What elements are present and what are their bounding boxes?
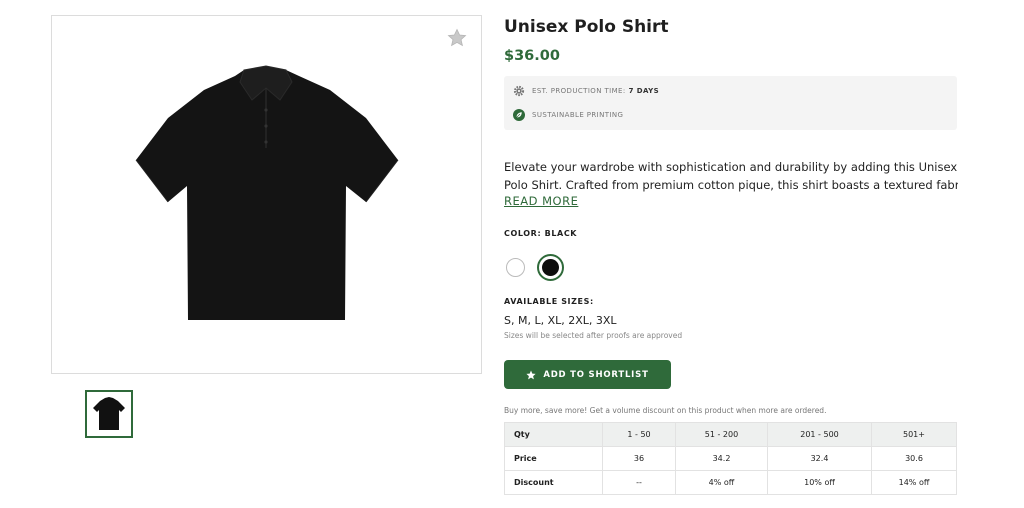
- sizes-list: S, M, L, XL, 2XL, 3XL: [504, 314, 617, 327]
- star-icon[interactable]: [447, 28, 467, 48]
- gear-icon: [513, 85, 525, 97]
- polo-shirt-thumbnail: [93, 397, 125, 430]
- price-row-label: Price: [504, 446, 603, 471]
- product-description: Elevate your wardrobe with sophisticatio…: [504, 158, 958, 194]
- discount-cell: 14% off: [871, 470, 957, 495]
- price-cell: 36: [602, 446, 676, 471]
- discount-cell: 10% off: [767, 470, 872, 495]
- discount-cell: 4% off: [675, 470, 768, 495]
- discount-row-label: Discount: [504, 470, 603, 495]
- color-swatch-white[interactable]: [506, 258, 525, 277]
- product-title: Unisex Polo Shirt: [504, 17, 669, 37]
- pricing-header-qty: Qty: [504, 422, 603, 447]
- production-time-label: EST. PRODUCTION TIME:: [532, 87, 626, 95]
- add-to-shortlist-button[interactable]: ADD TO SHORTLIST: [504, 360, 671, 389]
- sizes-label: AVAILABLE SIZES:: [504, 297, 594, 306]
- product-price: $36.00: [504, 48, 560, 64]
- price-cell: 30.6: [871, 446, 957, 471]
- pricing-header-tier-2: 51 - 200: [675, 422, 768, 447]
- read-more-link[interactable]: READ MORE: [504, 194, 578, 208]
- price-cell: 32.4: [767, 446, 872, 471]
- sustainable-row: SUSTAINABLE PRINTING: [513, 109, 623, 121]
- pricing-header-tier-1: 1 - 50: [602, 422, 676, 447]
- product-main-image[interactable]: [51, 15, 482, 374]
- star-icon: [526, 370, 536, 379]
- price-cell: 34.2: [675, 446, 768, 471]
- table-row: Discount -- 4% off 10% off 14% off: [504, 470, 957, 495]
- table-row: Price 36 34.2 32.4 30.6: [504, 446, 957, 471]
- sizes-note: Sizes will be selected after proofs are …: [504, 331, 683, 340]
- pricing-header-tier-4: 501+: [871, 422, 957, 447]
- leaf-icon: [513, 109, 525, 121]
- description-line-1: Elevate your wardrobe with sophisticatio…: [504, 160, 958, 174]
- thumbnail-image-1[interactable]: [85, 390, 133, 438]
- production-info-box: EST. PRODUCTION TIME: 7 DAYS SUSTAINABLE…: [504, 76, 957, 130]
- volume-discount-note: Buy more, save more! Get a volume discou…: [504, 406, 827, 415]
- color-swatch-black[interactable]: [537, 254, 564, 281]
- discount-cell: --: [602, 470, 676, 495]
- pricing-header-tier-3: 201 - 500: [767, 422, 872, 447]
- production-time-row: EST. PRODUCTION TIME: 7 DAYS: [513, 85, 659, 97]
- polo-shirt-image: [135, 65, 399, 320]
- sustainable-label: SUSTAINABLE PRINTING: [532, 111, 624, 119]
- production-time-value: 7 DAYS: [628, 87, 660, 95]
- add-to-shortlist-label: ADD TO SHORTLIST: [543, 369, 649, 380]
- pricing-header-row: Qty 1 - 50 51 - 200 201 - 500 501+: [504, 422, 957, 447]
- color-swatch-black-dot: [542, 259, 559, 276]
- volume-pricing-table: Qty 1 - 50 51 - 200 201 - 500 501+ Price…: [504, 422, 957, 495]
- description-line-2: Polo Shirt. Crafted from premium cotton …: [504, 178, 958, 192]
- color-label: COLOR: BLACK: [504, 229, 578, 238]
